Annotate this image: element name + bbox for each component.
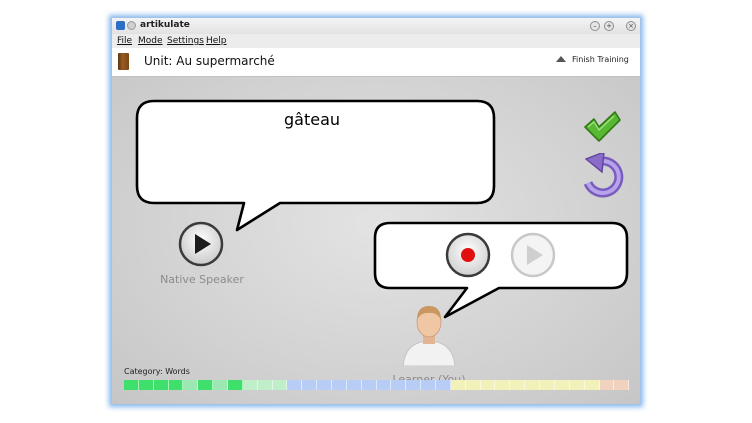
progress-segment (436, 380, 451, 390)
progress-segment (361, 380, 377, 390)
progress-segment (480, 380, 496, 390)
user-avatar-icon (402, 306, 456, 366)
progress-segment (614, 380, 630, 390)
progress-segment (153, 380, 169, 390)
progress-segment (302, 380, 318, 390)
progress-segment (287, 380, 303, 390)
maximize-icon[interactable]: + (604, 21, 614, 31)
progress-segment (391, 380, 407, 390)
progress-segment (406, 380, 422, 390)
menu-bar: File Mode Settings Help (112, 34, 640, 48)
progress-segment (213, 380, 229, 390)
close-icon[interactable]: × (626, 21, 636, 31)
native-speaker-label: Native Speaker (160, 273, 244, 286)
progress-segment (525, 380, 541, 390)
app-icon[interactable] (116, 21, 125, 30)
menu-mode[interactable]: Mode (138, 36, 163, 46)
progress-segment (346, 380, 362, 390)
window-title: artikulate (140, 20, 190, 30)
progress-segment (569, 380, 585, 390)
progress-segment (124, 380, 139, 390)
progress-segment (540, 380, 555, 390)
progress-segment (510, 380, 526, 390)
toolbar: Unit: Au supermarché Finish Training (112, 48, 640, 77)
progress-segment (242, 380, 258, 390)
progress-segment (138, 380, 154, 390)
progress-segment (584, 380, 600, 390)
target-word: gâteau (283, 110, 341, 129)
progress-segment (421, 380, 437, 390)
progress-segment (183, 380, 199, 390)
category-label: Category: Words (124, 367, 190, 376)
finish-training-button[interactable]: Finish Training (556, 55, 629, 64)
finish-training-label: Finish Training (572, 55, 629, 64)
repeat-icon[interactable] (582, 153, 624, 199)
progress-segment (332, 380, 347, 390)
learner-play-button[interactable] (510, 232, 556, 278)
progress-segment (465, 380, 481, 390)
eject-arrow-icon (556, 56, 566, 62)
progress-segment (228, 380, 243, 390)
progress-segment (554, 380, 570, 390)
progress-segment (450, 380, 466, 390)
record-button[interactable] (445, 232, 491, 278)
menu-help[interactable]: Help (206, 36, 227, 46)
unit-title: Unit: Au supermarché (144, 54, 275, 68)
progress-segment (376, 380, 392, 390)
book-icon (118, 53, 129, 70)
record-icon (461, 248, 475, 262)
progress-segment (495, 380, 511, 390)
training-progress-bar (124, 380, 630, 390)
sticky-icon[interactable] (127, 21, 136, 30)
progress-segment (198, 380, 214, 390)
progress-segment (272, 380, 288, 390)
progress-segment (257, 380, 273, 390)
minimize-icon[interactable]: – (590, 21, 600, 31)
menu-file[interactable]: File (117, 36, 132, 46)
checkmark-icon[interactable] (582, 110, 622, 144)
app-window: artikulate – + × File Mode Settings Help… (111, 17, 641, 405)
progress-segment (317, 380, 333, 390)
progress-segment (168, 380, 184, 390)
training-area: gâteau Native Speaker Learner (You) Cate… (112, 77, 640, 404)
native-play-button[interactable] (178, 221, 224, 267)
menu-settings[interactable]: Settings (167, 36, 204, 46)
title-bar[interactable]: artikulate – + × (112, 18, 640, 34)
progress-segment (599, 380, 615, 390)
